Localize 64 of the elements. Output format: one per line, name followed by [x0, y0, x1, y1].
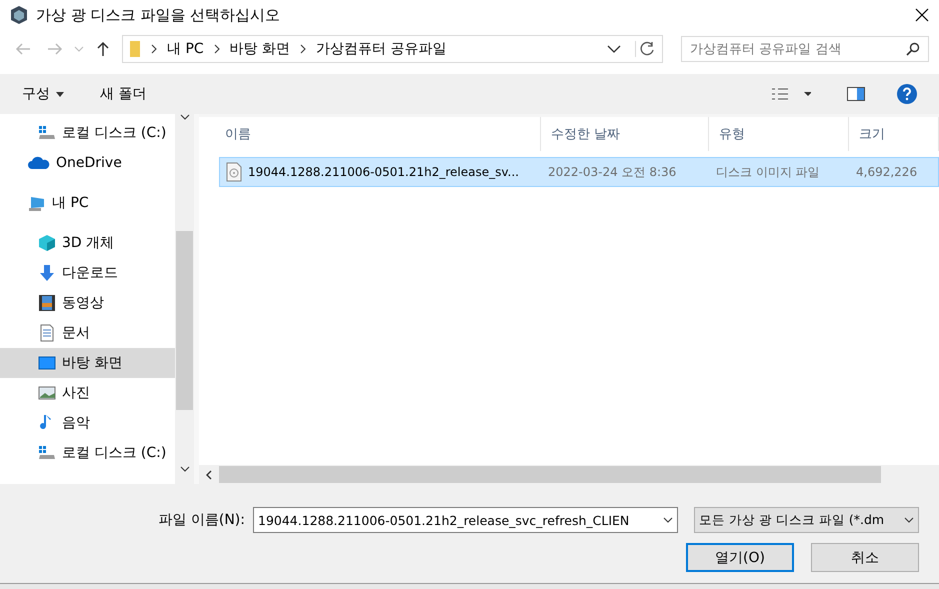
scroll-down-icon	[180, 466, 190, 472]
column-header[interactable]: 이름	[199, 117, 541, 151]
sidebar-item[interactable]: 바탕 화면	[0, 348, 175, 378]
disc-image-file-icon	[226, 162, 242, 182]
modified-date: 2022-03-24 오전 8:36	[547, 164, 678, 180]
help-icon[interactable]	[897, 84, 917, 104]
cancel-button[interactable]: 취소	[811, 543, 919, 572]
chevron-down-icon	[663, 517, 673, 523]
breadcrumb[interactable]: 내 PC	[167, 40, 204, 58]
drive-icon	[38, 124, 56, 142]
column-header[interactable]: 유형	[709, 117, 849, 151]
chevron-right-icon	[151, 44, 157, 54]
preview-pane-icon[interactable]	[847, 87, 865, 101]
document-icon	[38, 324, 56, 342]
organize-button[interactable]: 구성	[22, 85, 64, 103]
cloud-icon	[28, 154, 50, 172]
file-name: 19044.1288.211006-0501.21h2_release_sv...	[248, 165, 519, 179]
scrollbar-thumb[interactable]	[176, 230, 193, 410]
horizontal-scrollbar[interactable]	[199, 465, 939, 484]
film-icon	[38, 294, 56, 312]
file-name-label: 파일 이름(N):	[158, 511, 245, 529]
sidebar-item[interactable]: 문서	[0, 318, 175, 348]
file-name-field[interactable]: 19044.1288.211006-0501.21h2_release_svc_refresh_CLIEN	[253, 507, 678, 533]
new-folder-button[interactable]: 새 폴더	[100, 85, 146, 103]
sidebar-item[interactable]: 3D 개체	[0, 228, 175, 258]
scrollbar-thumb[interactable]	[219, 466, 881, 483]
file-type: 디스크 이미지 파일	[715, 164, 821, 180]
open-button[interactable]: 열기(O)	[686, 543, 794, 572]
sidebar-item[interactable]: 사진	[0, 378, 175, 408]
breadcrumb[interactable]: 가상컴퓨터 공유파일	[316, 40, 447, 58]
window-title: 가상 광 디스크 파일을 선택하십시오	[36, 6, 282, 24]
chevron-right-icon	[214, 44, 220, 54]
search-icon	[906, 42, 920, 56]
refresh-icon[interactable]	[635, 41, 656, 57]
up-arrow-icon[interactable]	[96, 41, 110, 57]
sidebar-item[interactable]: 내 PC	[0, 188, 175, 218]
file-type-dropdown[interactable]: 모든 가상 광 디스크 파일 (*.dm	[694, 507, 919, 533]
picture-icon	[38, 384, 56, 402]
chevron-down-icon	[904, 517, 914, 523]
breadcrumb[interactable]: 바탕 화면	[230, 40, 290, 58]
computer-icon	[28, 194, 46, 212]
close-icon[interactable]	[915, 8, 929, 22]
sidebar-item[interactable]: 로컬 디스크 (C:)	[0, 438, 175, 468]
folder-icon	[129, 40, 141, 58]
sidebar-item[interactable]: 로컬 디스크 (C:)	[0, 118, 175, 148]
sidebar-item[interactable]: OneDrive	[0, 148, 175, 178]
file-size: 4,692,226	[855, 164, 918, 181]
address-bar[interactable]: 내 PC 바탕 화면 가상컴퓨터 공유파일	[122, 35, 663, 63]
view-options-icon[interactable]	[771, 87, 811, 101]
sidebar-item[interactable]: 음악	[0, 408, 175, 438]
cube-icon	[38, 234, 56, 252]
chevron-down-icon[interactable]	[607, 45, 621, 53]
column-header[interactable]: 크기	[849, 117, 939, 151]
column-header[interactable]: 수정한 날짜	[541, 117, 709, 151]
caret-icon	[56, 92, 64, 96]
search-field[interactable]: 가상컴퓨터 공유파일 검색	[681, 36, 929, 62]
chevron-right-icon	[300, 44, 306, 54]
desktop-icon	[38, 354, 56, 372]
app-logo-icon	[10, 5, 28, 25]
sidebar-item[interactable]: 동영상	[0, 288, 175, 318]
download-arrow-icon	[38, 264, 56, 282]
sidebar-item[interactable]: 다운로드	[0, 258, 175, 288]
drive-icon	[38, 444, 56, 462]
file-row[interactable]: 19044.1288.211006-0501.21h2_release_sv... 2022-03-24 오전 8:36 디스크 이미지 파일 4,692,226	[219, 157, 939, 187]
